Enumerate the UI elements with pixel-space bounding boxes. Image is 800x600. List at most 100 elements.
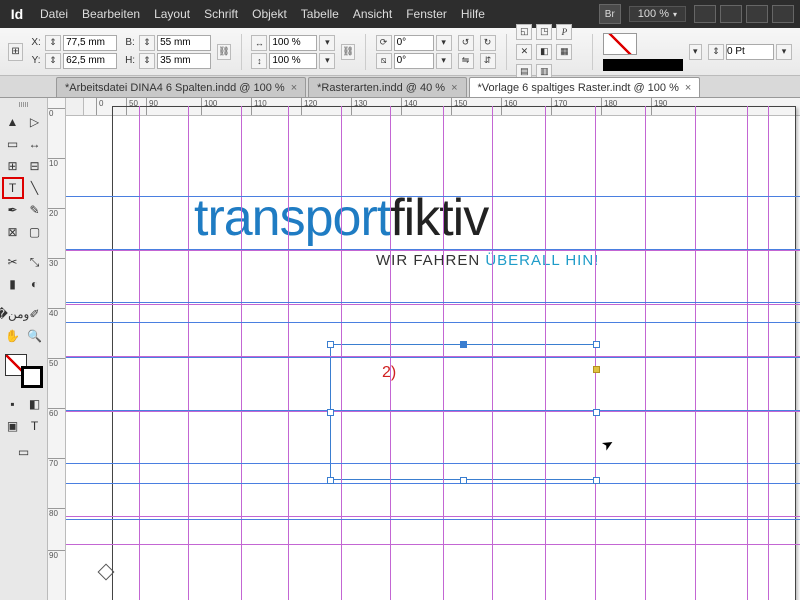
close-icon[interactable]: × bbox=[685, 82, 691, 94]
rotate-field[interactable] bbox=[394, 35, 434, 51]
constrain-wh-icon[interactable]: ⛓ bbox=[217, 44, 230, 60]
app-titlebar: Id Datei Bearbeiten Layout Schrift Objek… bbox=[0, 0, 800, 28]
scissors-tool[interactable]: ✂ bbox=[3, 252, 23, 272]
scaley-field[interactable] bbox=[269, 53, 317, 69]
scaley-icon[interactable]: ↕ bbox=[251, 53, 267, 69]
stroke-stepper-icon[interactable]: ⇕ bbox=[708, 44, 724, 60]
clear-overrides-icon[interactable]: ✕ bbox=[516, 44, 532, 60]
free-transform-tool[interactable]: ⤡ bbox=[25, 252, 45, 272]
rectangle-frame-tool[interactable]: ⊠ bbox=[3, 222, 23, 242]
bridge-button[interactable]: Br bbox=[599, 4, 621, 24]
x-stepper-icon[interactable]: ⇕ bbox=[45, 35, 61, 51]
x-label: X: bbox=[29, 37, 43, 48]
menu-fenster[interactable]: Fenster bbox=[406, 7, 447, 21]
fill-stroke-control[interactable] bbox=[3, 354, 45, 388]
zoom-level-dropdown[interactable]: 100 % bbox=[629, 6, 686, 22]
gap-tool[interactable]: ↔ bbox=[25, 134, 45, 154]
hand-tool[interactable]: ✋ bbox=[3, 326, 23, 346]
tagline-text: WIR FAHREN ÜBERALL HIN! bbox=[376, 252, 599, 269]
w-field[interactable] bbox=[157, 35, 211, 51]
select-container-icon[interactable]: ◱ bbox=[516, 24, 532, 40]
view-mode-1[interactable] bbox=[694, 5, 716, 23]
scalex-field[interactable] bbox=[269, 35, 317, 51]
tab-arbeitsdatei[interactable]: *Arbeitsdatei DINA4 6 Spalten.indd @ 100… bbox=[56, 77, 306, 97]
type-tool[interactable]: T bbox=[3, 178, 23, 198]
menu-layout[interactable]: Layout bbox=[154, 7, 190, 21]
x-field[interactable] bbox=[63, 35, 117, 51]
menu-datei[interactable]: Datei bbox=[40, 7, 68, 21]
control-bar: ⊞ X:⇕ Y:⇕ B:⇕ H:⇕ ⛓ ↔▾ ↕▾ ⛓ ⟳▾ ⧅▾ ↺ ⇋ ↻ … bbox=[0, 28, 800, 76]
page-origin-marker bbox=[96, 563, 114, 579]
rotate-drop-icon[interactable]: ▾ bbox=[436, 35, 452, 51]
note-tool[interactable]: �ومن bbox=[3, 304, 23, 324]
toolbox-grip[interactable] bbox=[6, 102, 42, 108]
page-canvas[interactable]: transportfiktiv WIR FAHREN ÜBERALL HIN! … bbox=[66, 116, 800, 600]
paragraph-style-icon[interactable]: P bbox=[556, 24, 572, 40]
constrain-scale-icon[interactable]: ⛓ bbox=[341, 44, 354, 60]
pencil-tool[interactable]: ✎ bbox=[25, 200, 45, 220]
tab-vorlage[interactable]: *Vorlage 6 spaltiges Raster.indt @ 100 %… bbox=[469, 77, 701, 97]
document-tabstrip: *Arbeitsdatei DINA4 6 Spalten.indd @ 100… bbox=[0, 76, 800, 98]
apply-color-icon[interactable]: ▪ bbox=[3, 394, 23, 414]
gradient-swatch-tool[interactable]: ▮ bbox=[3, 274, 23, 294]
w-stepper-icon[interactable]: ⇕ bbox=[139, 35, 155, 51]
scaley-drop-icon[interactable]: ▾ bbox=[319, 53, 335, 69]
line-tool[interactable]: ╲ bbox=[25, 178, 45, 198]
swatch-drop-icon[interactable]: ▾ bbox=[689, 44, 702, 60]
ruler-origin[interactable] bbox=[66, 98, 84, 116]
view-mode-3[interactable] bbox=[746, 5, 768, 23]
view-mode-2[interactable] bbox=[720, 5, 742, 23]
gradient-feather-tool[interactable]: ◐ bbox=[25, 274, 45, 294]
shear-field[interactable] bbox=[394, 53, 434, 69]
menu-schrift[interactable]: Schrift bbox=[204, 7, 238, 21]
flip-v-icon[interactable]: ⇵ bbox=[480, 53, 496, 69]
fill-swatch[interactable] bbox=[603, 33, 637, 55]
stroke-preview[interactable] bbox=[603, 59, 683, 71]
eyedropper-tool[interactable]: ✐ bbox=[25, 304, 45, 324]
menu-objekt[interactable]: Objekt bbox=[252, 7, 287, 21]
menu-ansicht[interactable]: Ansicht bbox=[353, 7, 392, 21]
flip-h-icon[interactable]: ⇋ bbox=[458, 53, 474, 69]
selected-frame[interactable] bbox=[330, 344, 596, 480]
shear-icon[interactable]: ⧅ bbox=[376, 53, 392, 69]
stroke-weight-field[interactable] bbox=[726, 44, 774, 60]
document-viewport[interactable]: 05090100110120130140150160170180190 tran… bbox=[66, 98, 800, 600]
scalex-drop-icon[interactable]: ▾ bbox=[319, 35, 335, 51]
vertical-ruler[interactable]: 0102030405060708090 bbox=[48, 98, 66, 600]
y-stepper-icon[interactable]: ⇕ bbox=[45, 53, 61, 69]
wrap-1-icon[interactable]: ▦ bbox=[556, 44, 572, 60]
screen-mode-tool[interactable]: ▭ bbox=[3, 442, 45, 462]
menu-tabelle[interactable]: Tabelle bbox=[301, 7, 339, 21]
formatting-text-icon[interactable]: T bbox=[25, 416, 45, 436]
content-collector-tool[interactable]: ⊞ bbox=[3, 156, 23, 176]
h-field[interactable] bbox=[157, 53, 211, 69]
stroke-drop-icon[interactable]: ▾ bbox=[776, 44, 792, 60]
rectangle-tool[interactable]: ▢ bbox=[25, 222, 45, 242]
pen-tool[interactable]: ✒ bbox=[3, 200, 23, 220]
reference-point-icon[interactable]: ⊞ bbox=[8, 43, 23, 61]
tab-rasterarten[interactable]: *Rasterarten.indd @ 40 %× bbox=[308, 77, 466, 97]
y-field[interactable] bbox=[63, 53, 117, 69]
selection-tool[interactable]: ▲ bbox=[3, 112, 23, 132]
rotate-ccw-icon[interactable]: ↺ bbox=[458, 35, 474, 51]
rotate-cw-icon[interactable]: ↻ bbox=[480, 35, 496, 51]
close-icon[interactable]: × bbox=[291, 82, 297, 94]
shear-drop-icon[interactable]: ▾ bbox=[436, 53, 452, 69]
scalex-icon[interactable]: ↔ bbox=[251, 35, 267, 51]
page-tool[interactable]: ▭ bbox=[3, 134, 23, 154]
stroke-color-icon[interactable] bbox=[21, 366, 43, 388]
apply-gradient-icon[interactable]: ◧ bbox=[25, 394, 45, 414]
toolbox: ▲▷ ▭↔ ⊞⊟ T╲ ✒✎ ⊠▢ ✂⤡ ▮◐ �ومن✐ ✋🔍 ▪◧ ▣T ▭ bbox=[0, 98, 48, 600]
h-stepper-icon[interactable]: ⇕ bbox=[139, 53, 155, 69]
rotate-icon[interactable]: ⟳ bbox=[376, 35, 392, 51]
menu-hilfe[interactable]: Hilfe bbox=[461, 7, 485, 21]
arrange-button[interactable] bbox=[772, 5, 794, 23]
zoom-tool[interactable]: 🔍 bbox=[25, 326, 45, 346]
close-icon[interactable]: × bbox=[451, 82, 457, 94]
effects-icon[interactable]: ◧ bbox=[536, 44, 552, 60]
direct-selection-tool[interactable]: ▷ bbox=[25, 112, 45, 132]
menu-bearbeiten[interactable]: Bearbeiten bbox=[82, 7, 140, 21]
select-content-icon[interactable]: ◳ bbox=[536, 24, 552, 40]
content-placer-tool[interactable]: ⊟ bbox=[25, 156, 45, 176]
formatting-container-icon[interactable]: ▣ bbox=[3, 416, 23, 436]
